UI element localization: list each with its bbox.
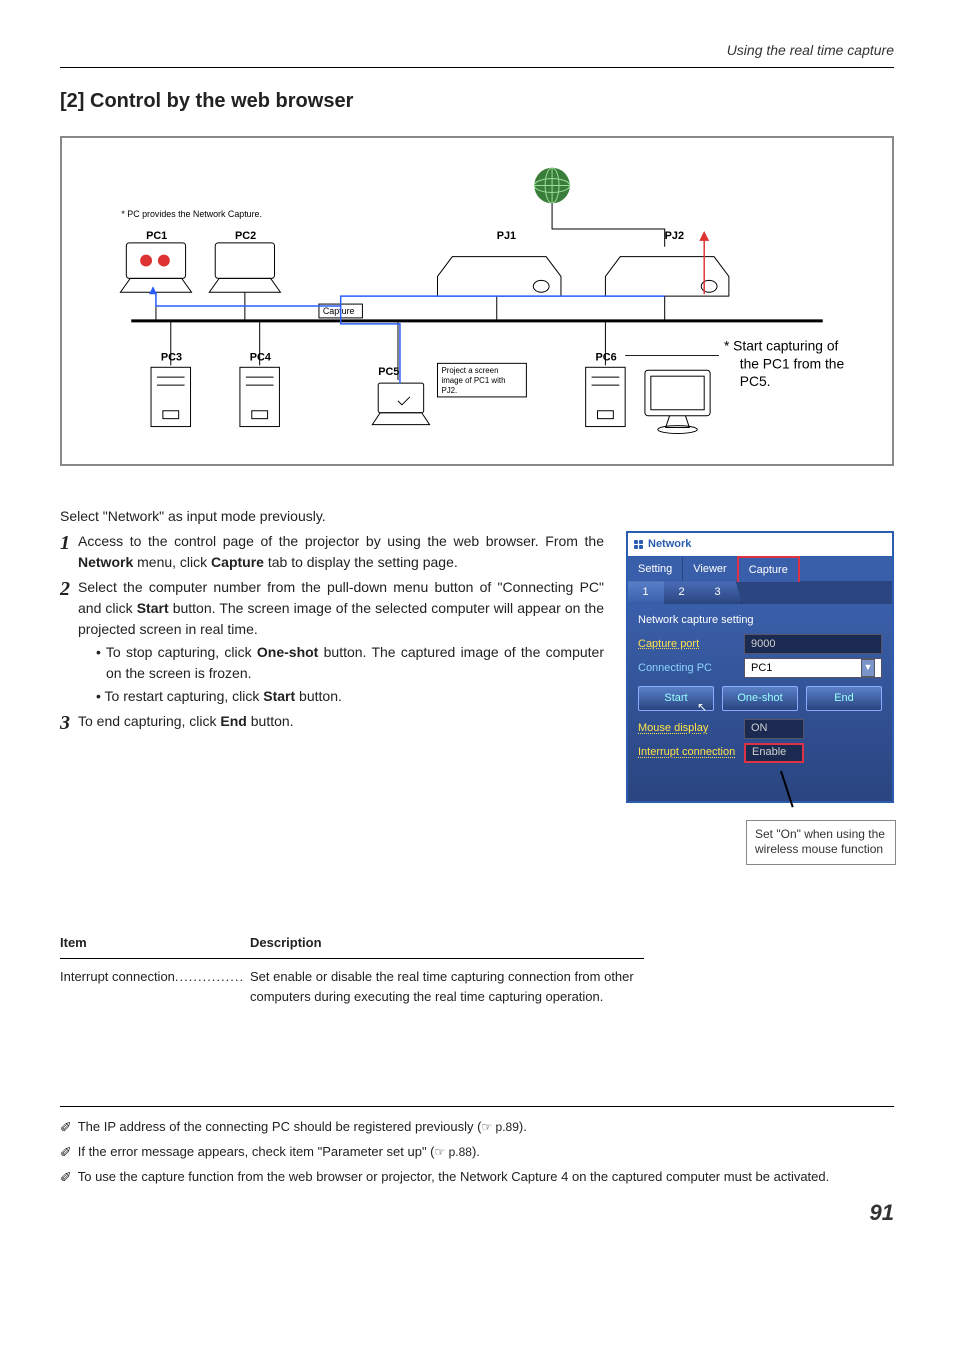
intro-text: Select "Network" as input mode previousl… bbox=[60, 506, 894, 527]
svg-text:PC3: PC3 bbox=[161, 351, 182, 363]
footnote: ✐ If the error message appears, check it… bbox=[60, 1142, 894, 1163]
svg-text:PC4: PC4 bbox=[250, 351, 271, 363]
svg-text:PC2: PC2 bbox=[235, 230, 256, 242]
svg-text:* Start capturing of: * Start capturing of bbox=[724, 337, 839, 353]
svg-text:PJ2: PJ2 bbox=[665, 230, 684, 242]
footnote: ✐ To use the capture function from the w… bbox=[60, 1167, 894, 1188]
svg-text:PC6: PC6 bbox=[596, 351, 617, 363]
page-number: 91 bbox=[60, 1196, 894, 1229]
step-number: 2 bbox=[60, 577, 78, 707]
pencil-icon: ✐ bbox=[60, 1167, 72, 1188]
table-header-item: Item bbox=[60, 933, 250, 953]
svg-text:PC1: PC1 bbox=[146, 230, 167, 242]
svg-text:Capture: Capture bbox=[323, 306, 355, 316]
select-connecting-pc[interactable]: PC1 ▼ bbox=[744, 658, 882, 678]
pencil-icon: ✐ bbox=[60, 1117, 72, 1138]
svg-text:PC5.: PC5. bbox=[740, 373, 771, 389]
step-body: Access to the control page of the projec… bbox=[78, 531, 604, 573]
label-connecting-pc: Connecting PC bbox=[638, 660, 738, 677]
chevron-down-icon[interactable]: ▼ bbox=[861, 659, 875, 677]
table-item: Interrupt connection............... bbox=[60, 967, 250, 1006]
label-mouse-display: Mouse display bbox=[638, 720, 738, 737]
label-capture-port: Capture port bbox=[638, 636, 738, 653]
svg-text:PJ1: PJ1 bbox=[497, 230, 516, 242]
description-table: Item Description Interrupt connection...… bbox=[60, 933, 644, 1007]
footnote-rule bbox=[60, 1106, 894, 1107]
start-button[interactable]: Start ↖ bbox=[638, 686, 714, 711]
callout-note: Set "On" when using the wireless mouse f… bbox=[746, 820, 896, 865]
cursor-icon: ↖ bbox=[697, 698, 707, 716]
step-number: 3 bbox=[60, 711, 78, 735]
section-heading: [2] Control by the web browser bbox=[60, 86, 894, 116]
table-header-desc: Description bbox=[250, 933, 322, 953]
svg-text:Project a screen: Project a screen bbox=[441, 366, 498, 375]
end-button[interactable]: End bbox=[806, 686, 882, 711]
instructions: 1 Access to the control page of the proj… bbox=[60, 531, 604, 873]
svg-text:image of PC1 with: image of PC1 with bbox=[441, 376, 505, 385]
svg-text:PJ2.: PJ2. bbox=[441, 386, 457, 395]
label-interrupt-conn: Interrupt connection bbox=[638, 744, 738, 761]
page-header: Using the real time capture bbox=[60, 40, 894, 61]
subtab-1[interactable]: 1 bbox=[628, 581, 670, 604]
diag-caption: * PC provides the Network Capture. bbox=[121, 209, 262, 219]
top-rule bbox=[60, 67, 894, 68]
select-mouse-display[interactable]: ON bbox=[744, 719, 804, 739]
subtab-2[interactable]: 2 bbox=[664, 581, 706, 604]
network-diagram: .lab{font:bold 11px Arial;fill:#000} .sm… bbox=[60, 136, 894, 466]
network-icon bbox=[634, 540, 644, 549]
tab-setting[interactable]: Setting bbox=[628, 557, 683, 582]
pencil-icon: ✐ bbox=[60, 1142, 72, 1163]
svg-text:the PC1 from the: the PC1 from the bbox=[740, 355, 845, 371]
step-body: To end capturing, click End button. bbox=[78, 711, 604, 735]
step-number: 1 bbox=[60, 531, 78, 573]
panel-title: Network capture setting bbox=[638, 612, 882, 629]
svg-text:PC5: PC5 bbox=[378, 366, 399, 378]
table-desc: Set enable or disable the real time capt… bbox=[250, 967, 644, 1006]
window-title: Network bbox=[628, 533, 892, 557]
footnote: ✐ The IP address of the connecting PC sh… bbox=[60, 1117, 894, 1138]
step-body: Select the computer number from the pull… bbox=[78, 577, 604, 707]
subtab-3[interactable]: 3 bbox=[700, 581, 742, 604]
tab-viewer[interactable]: Viewer bbox=[683, 557, 737, 582]
settings-screenshot: Network Setting Viewer Capture 1 2 3 Net… bbox=[626, 531, 894, 803]
select-interrupt-conn[interactable]: Enable bbox=[744, 743, 804, 763]
input-capture-port[interactable]: 9000 bbox=[744, 634, 882, 654]
one-shot-button[interactable]: One-shot bbox=[722, 686, 798, 711]
tab-capture[interactable]: Capture bbox=[737, 556, 800, 583]
